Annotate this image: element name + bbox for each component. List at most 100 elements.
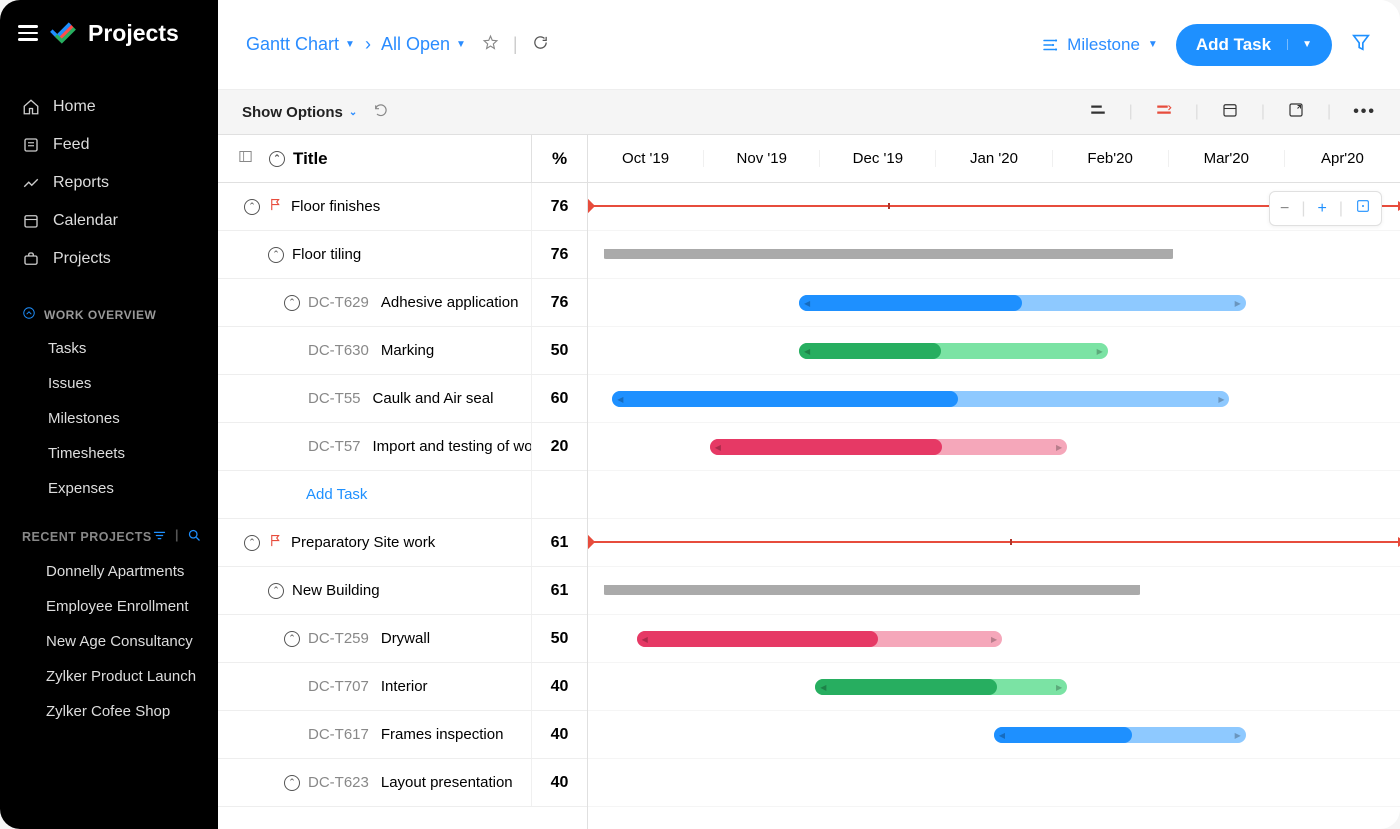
toolbar-view2-icon[interactable] <box>1155 101 1173 124</box>
work-overview-item[interactable]: Milestones <box>0 401 218 436</box>
timeline-month: Mar'20 <box>1168 150 1284 167</box>
task-title[interactable]: DC-T617Frames inspection <box>218 726 531 743</box>
work-overview-item[interactable]: Timesheets <box>0 436 218 471</box>
task-percent: 76 <box>531 279 587 326</box>
collapse-icon[interactable]: ⌃ <box>284 295 300 311</box>
chevron-down-icon: ▼ <box>456 39 466 50</box>
task-percent: 50 <box>531 615 587 662</box>
task-percent: 50 <box>531 327 587 374</box>
task-percent: 76 <box>531 183 587 230</box>
group-bar[interactable] <box>604 585 1140 595</box>
toolbar-calendar-icon[interactable] <box>1221 101 1239 124</box>
group-bar[interactable] <box>604 249 1172 259</box>
task-bar[interactable]: ◀▶ <box>994 727 1246 743</box>
milestone-dropdown[interactable]: Milestone ▼ <box>1041 35 1158 55</box>
gantt-timeline[interactable]: Oct '19Nov '19Dec '19Jan '20Feb'20Mar'20… <box>588 135 1400 829</box>
filter-icon[interactable] <box>1350 31 1372 58</box>
task-title[interactable]: ⌃Preparatory Site work <box>218 533 531 552</box>
show-options-toggle[interactable]: Show Options⌄ <box>242 104 357 121</box>
task-title[interactable]: DC-T707Interior <box>218 678 531 695</box>
timeline-month: Jan '20 <box>935 150 1051 167</box>
collapse-icon[interactable]: ⌃ <box>284 775 300 791</box>
crumb-gantt[interactable]: Gantt Chart▼ <box>246 34 355 55</box>
work-overview-item[interactable]: Tasks <box>0 331 218 366</box>
milestone-icon <box>1041 36 1059 54</box>
collapse-icon[interactable]: ⌃ <box>244 199 260 215</box>
nav-projects[interactable]: Projects <box>0 240 218 278</box>
timeline-month: Apr'20 <box>1284 150 1400 167</box>
task-title[interactable]: DC-T630Marking <box>218 342 531 359</box>
star-icon[interactable] <box>482 34 499 56</box>
search-icon[interactable] <box>187 528 202 546</box>
add-task-button[interactable]: Add Task ▼ <box>1176 24 1332 66</box>
task-title[interactable]: ⌃New Building <box>218 582 531 599</box>
task-bar[interactable]: ◀▶ <box>710 439 1067 455</box>
toolbar-view1-icon[interactable] <box>1089 101 1107 124</box>
breadcrumb: Gantt Chart▼ › All Open▼ | <box>246 34 549 56</box>
zoom-out-button[interactable]: − <box>1280 200 1289 218</box>
recent-project-item[interactable]: New Age Consultancy <box>0 624 218 659</box>
toolbar-fullscreen-icon[interactable] <box>1287 101 1305 124</box>
refresh-icon[interactable] <box>532 34 549 56</box>
task-bar[interactable]: ◀▶ <box>612 391 1229 407</box>
timeline-month: Dec '19 <box>819 150 935 167</box>
columns-icon[interactable] <box>238 149 253 169</box>
add-task-link[interactable]: Add Task <box>238 486 367 503</box>
zoom-in-button[interactable]: + <box>1318 200 1327 218</box>
task-percent: 40 <box>531 711 587 758</box>
nav-home[interactable]: Home <box>0 88 218 126</box>
task-title[interactable]: DC-T57Import and testing of woo.. <box>218 438 531 455</box>
collapse-icon[interactable]: ⌃ <box>268 583 284 599</box>
timeline-month: Feb'20 <box>1052 150 1168 167</box>
recent-project-item[interactable]: Zylker Product Launch <box>0 659 218 694</box>
nav-calendar[interactable]: Calendar <box>0 202 218 240</box>
undo-icon[interactable] <box>373 102 389 122</box>
work-overview-item[interactable]: Expenses <box>0 471 218 506</box>
task-title[interactable]: ⌃DC-T629Adhesive application <box>218 294 531 311</box>
topbar: Gantt Chart▼ › All Open▼ | Milestone <box>218 0 1400 90</box>
zoom-fit-button[interactable] <box>1355 198 1371 219</box>
task-bar[interactable]: ◀▶ <box>815 679 1067 695</box>
task-percent: 20 <box>531 423 587 470</box>
flag-icon <box>268 197 283 216</box>
calendar-icon <box>22 212 40 230</box>
task-title[interactable]: ⌃DC-T623Layout presentation <box>218 774 531 791</box>
task-percent: 76 <box>531 231 587 278</box>
task-bar[interactable]: ◀▶ <box>799 343 1108 359</box>
recent-project-item[interactable]: Employee Enrollment <box>0 589 218 624</box>
work-overview-item[interactable]: Issues <box>0 366 218 401</box>
collapse-icon[interactable]: ⌃ <box>268 247 284 263</box>
reports-icon <box>22 174 40 192</box>
recent-project-item[interactable]: Donnelly Apartments <box>0 554 218 589</box>
task-title[interactable]: ⌃Floor finishes <box>218 197 531 216</box>
chevron-down-icon: ▼ <box>1287 39 1312 50</box>
task-percent: 60 <box>531 375 587 422</box>
nav-feed[interactable]: Feed <box>0 126 218 164</box>
collapse-all-icon[interactable]: ⌃ <box>269 151 285 167</box>
chevron-down-icon: ▼ <box>345 39 355 50</box>
crumb-filter[interactable]: All Open▼ <box>381 34 466 55</box>
zoom-controls: − | + | <box>1269 191 1382 226</box>
collapse-icon[interactable]: ⌃ <box>284 631 300 647</box>
work-overview-header: WORK OVERVIEW <box>0 278 218 331</box>
timeline-month: Nov '19 <box>703 150 819 167</box>
task-bar[interactable]: ◀▶ <box>637 631 1002 647</box>
task-percent: 61 <box>531 519 587 566</box>
task-title[interactable]: ⌃Floor tiling <box>218 246 531 263</box>
brand: Projects <box>0 18 218 68</box>
more-icon[interactable]: ••• <box>1353 103 1376 121</box>
gantt-chart: ⌃ Title % ⌃Floor finishes76⌃Floor tiling… <box>218 135 1400 829</box>
collapse-icon[interactable]: ⌃ <box>244 535 260 551</box>
task-percent: 40 <box>531 759 587 806</box>
filter-settings-icon[interactable] <box>152 528 167 546</box>
nav-reports[interactable]: Reports <box>0 164 218 202</box>
task-title[interactable]: DC-T55Caulk and Air seal <box>218 390 531 407</box>
chevron-up-circle-icon <box>22 306 36 323</box>
recent-project-item[interactable]: Zylker Cofee Shop <box>0 694 218 729</box>
task-bar[interactable]: ◀▶ <box>799 295 1246 311</box>
task-title[interactable]: ⌃DC-T259Drywall <box>218 630 531 647</box>
task-title[interactable]: Add Task <box>218 486 531 503</box>
recent-projects-header: RECENT PROJECTS | <box>0 506 218 554</box>
hamburger-icon[interactable] <box>18 25 38 41</box>
milestone-bar[interactable] <box>588 541 1400 543</box>
